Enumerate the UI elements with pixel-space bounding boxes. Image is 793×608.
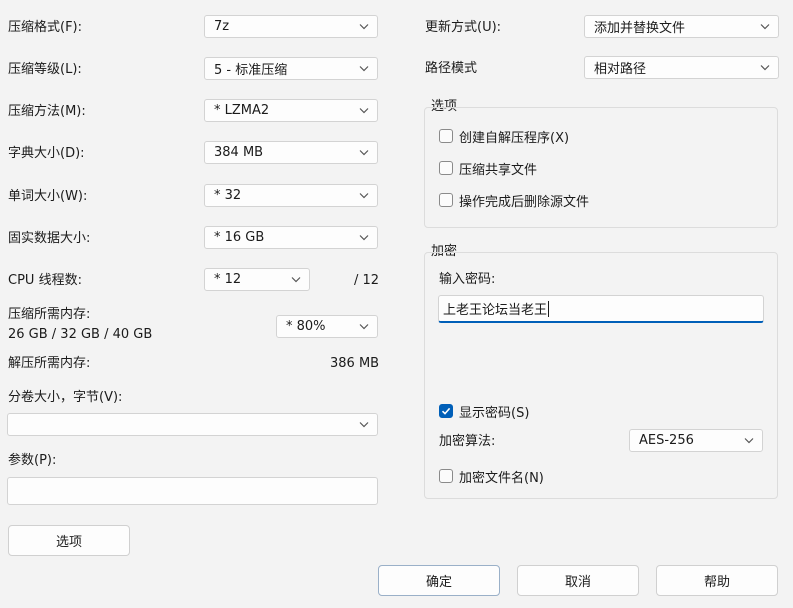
- dict-label: 字典大小(D):: [8, 146, 85, 161]
- help-button-label: 帮助: [703, 575, 730, 590]
- cpu-value: * 12: [214, 272, 242, 287]
- path-value: 相对路径: [594, 62, 647, 77]
- chevron-down-icon: [759, 61, 771, 73]
- method-select[interactable]: * LZMA2: [204, 99, 378, 122]
- chevron-down-icon: [358, 62, 370, 74]
- encrypt-names-checkbox-row[interactable]: 加密文件名(N): [439, 467, 544, 486]
- cpu-label: CPU 线程数:: [8, 273, 82, 288]
- chevron-down-icon: [358, 320, 370, 332]
- options-button[interactable]: 选项: [8, 525, 130, 556]
- word-value: * 32: [214, 188, 242, 203]
- params-input[interactable]: [7, 477, 378, 505]
- shared-files-checkbox[interactable]: [439, 161, 453, 175]
- delete-source-checkbox[interactable]: [439, 193, 453, 207]
- algo-value: AES-256: [639, 433, 694, 448]
- options-button-label: 选项: [55, 535, 82, 550]
- show-password-checkbox-row[interactable]: 显示密码(S): [439, 402, 530, 421]
- solid-select[interactable]: * 16 GB: [204, 226, 378, 249]
- level-value: 5 - 标准压缩: [214, 63, 288, 78]
- chevron-down-icon: [743, 434, 755, 446]
- encrypt-names-checkbox[interactable]: [439, 469, 453, 483]
- sfx-checkbox[interactable]: [439, 129, 453, 143]
- delete-source-checkbox-row[interactable]: 操作完成后删除源文件: [439, 191, 590, 210]
- chevron-down-icon: [358, 104, 370, 116]
- chevron-down-icon: [358, 20, 370, 32]
- level-label: 压缩等级(L):: [8, 62, 82, 77]
- chevron-down-icon: [290, 273, 302, 285]
- chevron-down-icon: [358, 231, 370, 243]
- cpu-select[interactable]: * 12: [204, 268, 310, 291]
- algo-label: 加密算法:: [439, 434, 496, 449]
- format-value: 7z: [214, 19, 230, 34]
- chevron-down-icon: [358, 146, 370, 158]
- update-value: 添加并替换文件: [594, 21, 686, 36]
- format-label: 压缩格式(F):: [8, 20, 83, 35]
- level-select[interactable]: 5 - 标准压缩: [204, 57, 378, 80]
- algo-select[interactable]: AES-256: [629, 429, 763, 452]
- encryption-group: [424, 252, 778, 499]
- dict-value: 384 MB: [214, 145, 264, 160]
- encrypt-names-label: 加密文件名(N): [459, 470, 544, 486]
- method-value: * LZMA2: [214, 103, 270, 118]
- ok-button[interactable]: 确定: [378, 565, 500, 596]
- checkmark-icon: [441, 407, 451, 415]
- format-select[interactable]: 7z: [204, 15, 378, 38]
- mem-decomp-label: 解压所需内存:: [8, 356, 91, 371]
- solid-label: 固实数据大小:: [8, 231, 91, 246]
- help-button[interactable]: 帮助: [656, 565, 778, 596]
- mem-decomp-value: 386 MB: [330, 356, 380, 371]
- chevron-down-icon: [358, 418, 370, 430]
- method-label: 压缩方法(M):: [8, 104, 86, 119]
- dict-select[interactable]: 384 MB: [204, 141, 378, 164]
- password-value: 上老王论坛当老王: [443, 303, 548, 318]
- word-select[interactable]: * 32: [204, 184, 378, 207]
- mem-percent-value: * 80%: [286, 319, 326, 334]
- text-cursor: [548, 300, 550, 317]
- password-label: 输入密码:: [439, 272, 496, 287]
- word-label: 单词大小(W):: [8, 189, 88, 204]
- show-password-checkbox[interactable]: [439, 404, 453, 418]
- update-select[interactable]: 添加并替换文件: [584, 15, 779, 38]
- update-label: 更新方式(U):: [425, 20, 502, 35]
- solid-value: * 16 GB: [214, 230, 265, 245]
- shared-files-checkbox-row[interactable]: 压缩共享文件: [439, 159, 538, 178]
- cancel-button-label: 取消: [564, 575, 591, 590]
- sfx-label: 创建自解压程序(X): [459, 130, 570, 146]
- path-select[interactable]: 相对路径: [584, 56, 779, 79]
- mem-comp-detail: 26 GB / 32 GB / 40 GB: [8, 327, 153, 342]
- split-label: 分卷大小，字节(V):: [8, 390, 123, 405]
- params-label: 参数(P):: [8, 453, 57, 468]
- shared-files-label: 压缩共享文件: [459, 162, 538, 178]
- show-password-label: 显示密码(S): [459, 405, 530, 421]
- path-label: 路径模式: [425, 61, 478, 76]
- ok-button-label: 确定: [425, 575, 452, 590]
- cancel-button[interactable]: 取消: [517, 565, 639, 596]
- mem-percent-select[interactable]: * 80%: [276, 315, 378, 338]
- chevron-down-icon: [358, 189, 370, 201]
- password-input[interactable]: 上老王论坛当老王: [438, 295, 764, 323]
- sfx-checkbox-row[interactable]: 创建自解压程序(X): [439, 127, 570, 146]
- split-select[interactable]: [7, 413, 378, 436]
- chevron-down-icon: [759, 20, 771, 32]
- cpu-total: / 12: [354, 273, 380, 288]
- mem-comp-label: 压缩所需内存:: [8, 307, 91, 322]
- delete-source-label: 操作完成后删除源文件: [459, 194, 590, 210]
